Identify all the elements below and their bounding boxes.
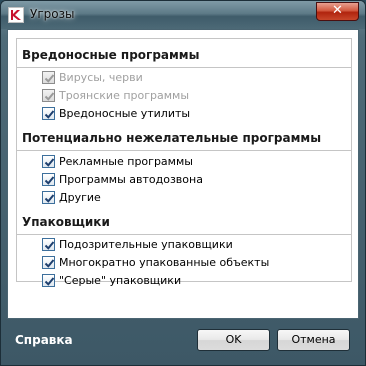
checkbox-gray-packers[interactable] — [42, 274, 55, 287]
dialog-footer: Справка OK Отмена — [1, 319, 365, 365]
checkmark-icon — [44, 194, 55, 203]
checkbox-trojans[interactable] — [42, 89, 55, 102]
checkbox-label: Многократно упакованные объекты — [59, 256, 270, 269]
checkmark-icon — [44, 176, 55, 185]
checkbox-label: Вредоносные утилиты — [59, 107, 191, 120]
section-divider — [17, 150, 351, 151]
checkbox-auto-dialers[interactable] — [42, 173, 55, 186]
checkmark-icon — [44, 241, 55, 250]
checkbox-suspicious-packers[interactable] — [42, 238, 55, 251]
window-title: Угрозы — [30, 7, 75, 21]
section-header-unwanted: Потенциально нежелательные программы — [22, 131, 322, 145]
kaspersky-logo-icon — [8, 7, 24, 23]
checkmark-icon — [44, 92, 55, 101]
checkmark-icon — [44, 74, 55, 83]
checkbox-label: "Серые" упаковщики — [59, 274, 182, 287]
checkbox-malicious-tools[interactable] — [42, 107, 55, 120]
checkbox-multipacked[interactable] — [42, 256, 55, 269]
cancel-button[interactable]: Отмена — [277, 329, 350, 351]
close-button[interactable]: ✕ — [316, 2, 359, 21]
threat-categories-group: Вредоносные программы Вирусы, черви Троя… — [16, 38, 352, 287]
checkbox-viruses[interactable] — [42, 71, 55, 84]
ok-button[interactable]: OK — [197, 329, 270, 351]
checkbox-label: Подозрительные упаковщики — [59, 238, 233, 251]
checkbox-label: Рекламные программы — [59, 155, 193, 168]
section-divider — [17, 234, 351, 235]
checkbox-label: Вирусы, черви — [59, 71, 143, 84]
checkmark-icon — [44, 259, 55, 268]
close-icon: ✕ — [332, 3, 343, 18]
checkbox-adware[interactable] — [42, 155, 55, 168]
dialog-body: Вредоносные программы Вирусы, черви Троя… — [7, 29, 359, 319]
checkbox-label: Другие — [59, 191, 101, 204]
checkmark-icon — [44, 277, 55, 286]
checkmark-icon — [44, 158, 55, 167]
help-link[interactable]: Справка — [15, 333, 73, 347]
checkbox-label: Программы автодозвона — [59, 173, 203, 186]
threats-dialog: Угрозы ✕ Вредоносные программы Вирусы, ч… — [0, 0, 366, 366]
section-divider — [17, 67, 351, 68]
checkbox-other[interactable] — [42, 191, 55, 204]
section-header-malware: Вредоносные программы — [22, 48, 200, 62]
title-bar[interactable]: Угрозы ✕ — [1, 1, 365, 29]
section-header-packers: Упаковщики — [22, 215, 110, 229]
checkbox-label: Троянские программы — [59, 89, 190, 102]
checkmark-icon — [44, 110, 55, 119]
